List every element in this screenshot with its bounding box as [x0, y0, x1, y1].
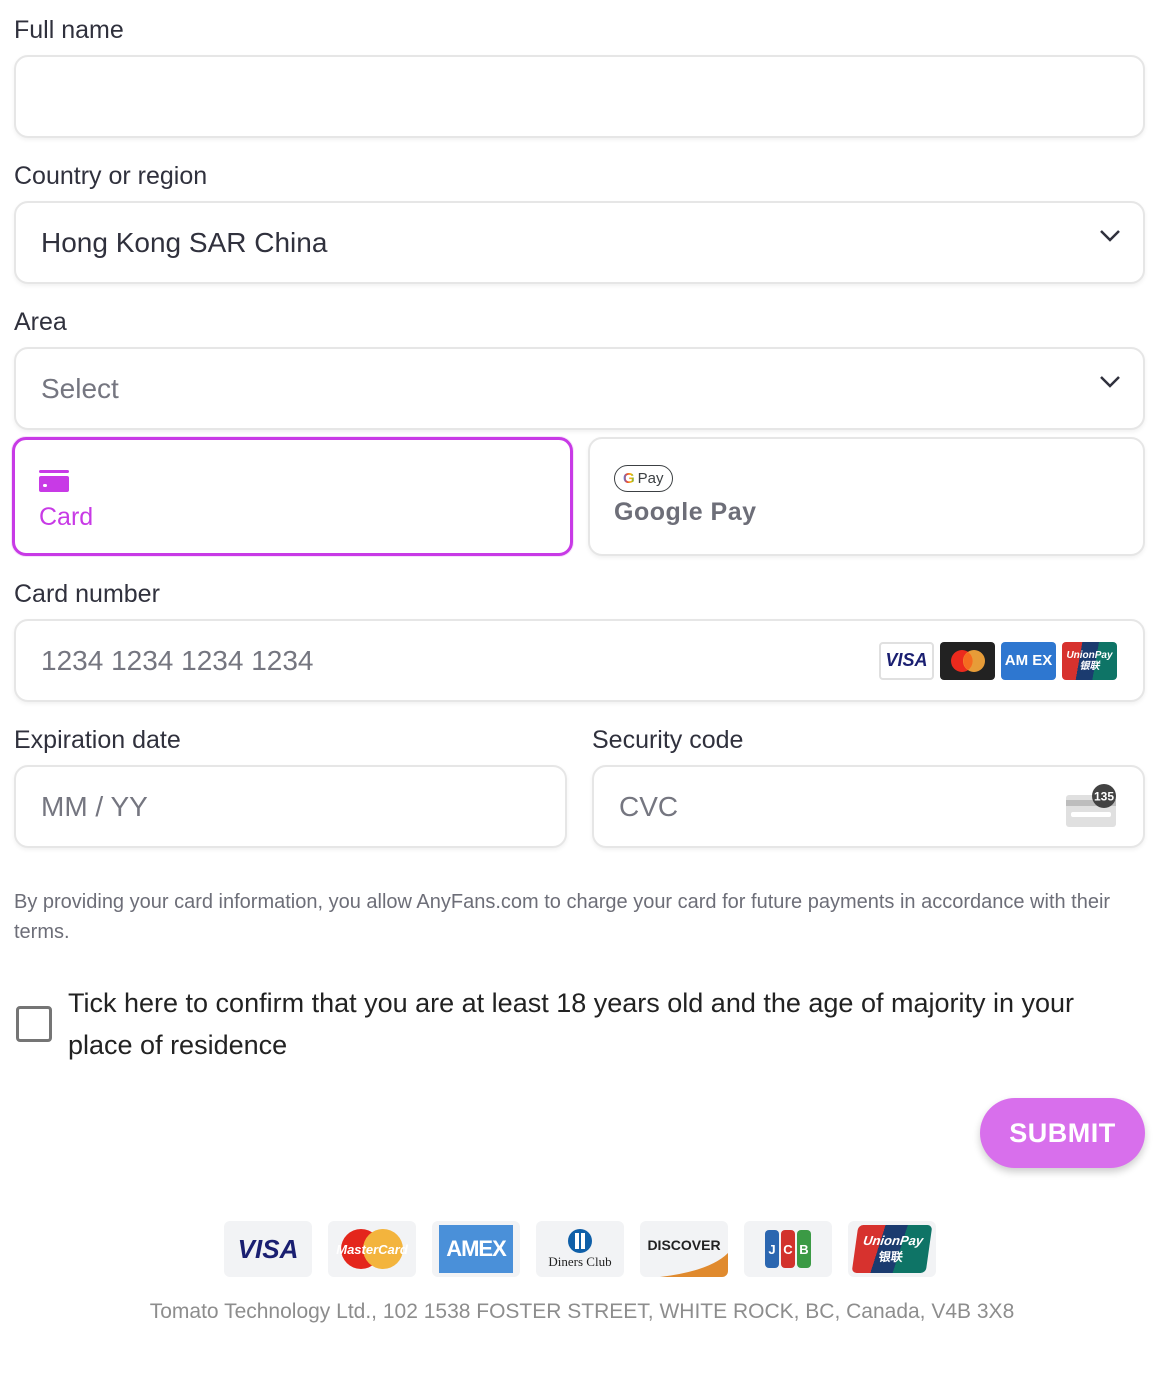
expiry-placeholder: MM / YY: [41, 790, 148, 822]
card-brands: VISA AM EX UnionPay 银联: [879, 641, 1117, 680]
tab-google-pay[interactable]: G Pay Google Pay: [588, 437, 1145, 556]
age-consent-checkbox[interactable]: [16, 1006, 52, 1042]
tab-card[interactable]: Card: [12, 437, 573, 556]
svg-text:135: 135: [1094, 789, 1114, 803]
expiry-input[interactable]: MM / YY: [14, 765, 567, 848]
age-consent-label[interactable]: Tick here to confirm that you are at lea…: [68, 982, 1146, 1066]
diners-club-logo: Diners Club: [536, 1221, 624, 1277]
country-value: Hong Kong SAR China: [41, 226, 328, 258]
unionpay-logo: UnionPay 银联: [848, 1221, 936, 1277]
full-name-label: Full name: [14, 16, 124, 44]
company-address: Tomato Technology Ltd., 102 1538 FOSTER …: [149, 1300, 1015, 1323]
card-number-label: Card number: [14, 580, 160, 608]
visa-logo: VISA: [224, 1221, 312, 1277]
credit-card-icon: [39, 466, 546, 497]
amex-logo: AMEX: [432, 1221, 520, 1277]
area-placeholder: Select: [41, 372, 119, 404]
accepted-cards: VISA MasterCard AMEX Diners Club DISCOVE…: [224, 1221, 936, 1277]
cvc-label: Security code: [592, 726, 744, 754]
amex-icon: AM EX: [1001, 641, 1056, 680]
chevron-down-icon: [1099, 229, 1120, 249]
unionpay-icon: UnionPay 银联: [1062, 641, 1117, 680]
tab-google-pay-label: Google Pay: [614, 498, 757, 526]
expiry-label: Expiration date: [14, 726, 181, 754]
country-label: Country or region: [14, 162, 208, 190]
area-label: Area: [14, 308, 67, 336]
jcb-logo: J C B: [744, 1221, 832, 1277]
discover-logo: DISCOVER: [640, 1221, 728, 1277]
cvc-input[interactable]: CVC 135: [592, 765, 1145, 848]
card-authorization-notice: By providing your card information, you …: [14, 891, 1111, 943]
card-number-input[interactable]: 1234 1234 1234 1234 VISA AM EX UnionPay …: [14, 619, 1145, 702]
full-name-input[interactable]: [14, 55, 1145, 138]
mastercard-logo: MasterCard: [328, 1221, 416, 1277]
country-select[interactable]: Hong Kong SAR China: [14, 201, 1145, 284]
area-select[interactable]: Select: [14, 347, 1145, 430]
submit-button[interactable]: SUBMIT: [980, 1098, 1145, 1168]
card-number-placeholder: 1234 1234 1234 1234: [41, 644, 314, 676]
tab-card-label: Card: [39, 503, 94, 531]
mastercard-icon: [940, 641, 995, 680]
cvc-card-icon: 135: [1066, 783, 1116, 827]
cvc-placeholder: CVC: [619, 790, 679, 822]
chevron-down-icon: [1099, 375, 1120, 395]
age-consent: Tick here to confirm that you are at lea…: [16, 982, 1146, 1066]
visa-icon: VISA: [879, 641, 934, 680]
google-pay-icon: G Pay: [614, 465, 1119, 492]
